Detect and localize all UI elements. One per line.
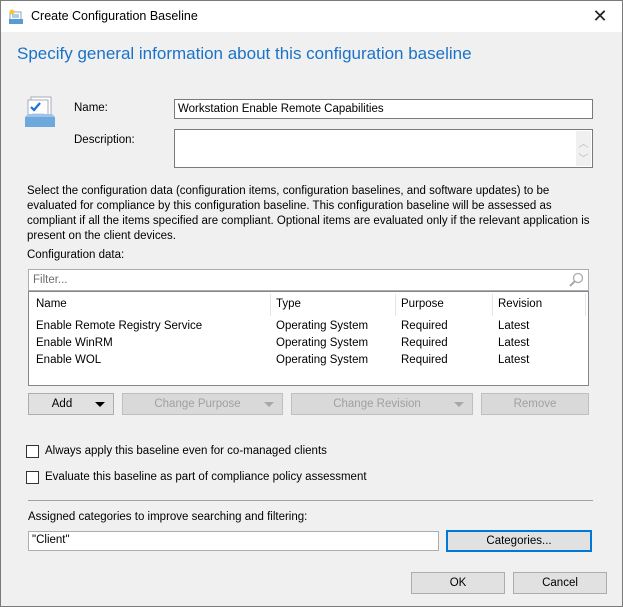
cell-purpose: Required (401, 337, 448, 349)
ok-button[interactable]: OK (411, 572, 505, 594)
dropdown-arrow-icon (95, 402, 105, 407)
categories-field: "Client" (28, 531, 439, 551)
description-input[interactable]: ︿ ﹀ (174, 129, 593, 168)
scroll-down-icon[interactable]: ﹀ (579, 150, 589, 165)
column-header-name[interactable]: Name (36, 298, 67, 310)
add-button[interactable]: Add (28, 393, 114, 415)
list-header: Name Type Purpose Revision (29, 292, 588, 317)
search-icon[interactable] (568, 272, 584, 288)
column-header-purpose[interactable]: Purpose (401, 298, 444, 310)
categories-label: Assigned categories to improve searching… (28, 511, 308, 523)
filter-box (28, 269, 589, 291)
configuration-baseline-icon (25, 96, 55, 127)
instructions-text: Select the configuration data (configura… (27, 185, 590, 242)
dropdown-arrow-icon (264, 402, 274, 407)
description-scrollbar[interactable]: ︿ ﹀ (576, 131, 591, 166)
cancel-button[interactable]: Cancel (513, 572, 607, 594)
page-heading: Specify general information about this c… (17, 44, 472, 63)
cell-revision: Latest (498, 354, 530, 366)
cell-name: Enable WOL (36, 354, 102, 366)
window-title: Create Configuration Baseline (31, 9, 198, 23)
configuration-data-label: Configuration data: (27, 249, 125, 261)
table-row[interactable]: Enable WinRM Operating System Required L… (29, 336, 588, 353)
dropdown-arrow-icon (454, 402, 464, 407)
cell-type: Operating System (276, 354, 369, 366)
baseline-app-icon (9, 9, 23, 24)
evaluate-compliance-checkbox[interactable] (26, 471, 39, 484)
column-header-type[interactable]: Type (276, 298, 301, 310)
cell-type: Operating System (276, 337, 369, 349)
description-label: Description: (74, 134, 135, 146)
column-divider[interactable] (270, 294, 271, 316)
cell-name: Enable WinRM (36, 337, 113, 349)
close-icon: ✕ (592, 6, 608, 26)
column-header-revision[interactable]: Revision (498, 298, 542, 310)
column-divider[interactable] (395, 294, 396, 316)
column-divider[interactable] (492, 294, 493, 316)
configuration-data-list[interactable]: Name Type Purpose Revision Enable Remote… (28, 291, 589, 386)
cell-purpose: Required (401, 354, 448, 366)
title-bar: Create Configuration Baseline ✕ (1, 1, 622, 32)
evaluate-compliance-label[interactable]: Evaluate this baseline as part of compli… (45, 471, 367, 483)
close-button[interactable]: ✕ (578, 1, 622, 32)
create-configuration-baseline-dialog: Create Configuration Baseline ✕ Specify … (0, 0, 623, 607)
change-purpose-button[interactable]: Change Purpose (122, 393, 283, 415)
table-row[interactable]: Enable Remote Registry Service Operating… (29, 319, 588, 336)
remove-button[interactable]: Remove (481, 393, 589, 415)
always-apply-label[interactable]: Always apply this baseline even for co-m… (45, 445, 327, 457)
filter-input[interactable] (29, 270, 557, 290)
change-revision-button[interactable]: Change Revision (291, 393, 473, 415)
cell-name: Enable Remote Registry Service (36, 320, 203, 332)
cell-purpose: Required (401, 320, 448, 332)
name-label: Name: (74, 102, 108, 114)
cell-revision: Latest (498, 320, 530, 332)
cell-type: Operating System (276, 320, 369, 332)
section-divider (28, 500, 593, 501)
name-input[interactable] (174, 99, 593, 119)
scroll-up-icon[interactable]: ︿ (579, 135, 589, 150)
column-divider[interactable] (585, 294, 586, 316)
always-apply-checkbox[interactable] (26, 445, 39, 458)
table-row[interactable]: Enable WOL Operating System Required Lat… (29, 353, 588, 370)
cell-revision: Latest (498, 337, 530, 349)
categories-button[interactable]: Categories... (446, 530, 592, 552)
